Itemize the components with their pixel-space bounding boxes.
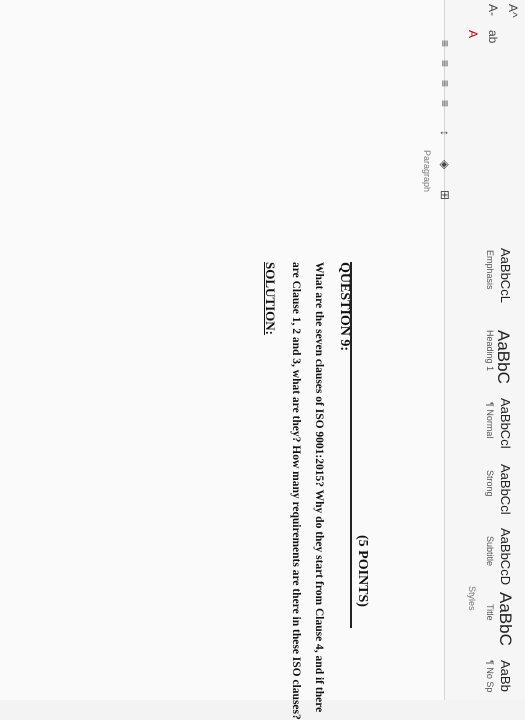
style-no-spacing[interactable]: AaBb bbox=[498, 660, 513, 692]
paragraph-group-label: Paragraph bbox=[422, 150, 432, 193]
style-title-label: Title bbox=[485, 604, 495, 621]
style-normal[interactable]: AaBbCcl bbox=[498, 398, 513, 449]
question-body-line-1: What are the seven clauses of ISO 9001:2… bbox=[313, 262, 325, 713]
align-center-icon[interactable]: ≡ bbox=[438, 60, 452, 67]
style-emphasis-label: Emphasis bbox=[485, 250, 495, 290]
style-subtitle-label: Subtitle bbox=[485, 536, 495, 567]
style-strong[interactable]: AaBbCcl bbox=[498, 464, 513, 515]
styles-group-label: Styles bbox=[467, 586, 477, 611]
align-left-icon[interactable]: ≡ bbox=[438, 40, 452, 47]
style-strong-label: Strong bbox=[485, 470, 495, 497]
question-points: (5 POINTS) bbox=[355, 535, 370, 607]
ribbon: AaBbCcL Emphasis AaBbC Heading 1 AaBbCcl… bbox=[444, 0, 525, 700]
shading-icon[interactable]: ◈ bbox=[438, 160, 452, 169]
align-right-icon[interactable]: ≡ bbox=[438, 80, 452, 87]
font-color-icon[interactable]: A bbox=[466, 30, 480, 38]
grow-font-icon[interactable]: A^ bbox=[506, 4, 520, 18]
style-subtitle[interactable]: AaBbCcD bbox=[498, 528, 513, 585]
style-no-spacing-label: ¶ No Sp bbox=[485, 660, 495, 693]
highlight-icon[interactable]: ab bbox=[486, 30, 500, 43]
justify-icon[interactable]: ≡ bbox=[438, 100, 452, 107]
style-heading1-label: Heading 1 bbox=[485, 330, 495, 372]
line-spacing-icon[interactable]: ↕ bbox=[438, 130, 452, 136]
question-rule bbox=[350, 262, 352, 628]
document-page[interactable]: QUESTION 9: (5 POINTS) What are the seve… bbox=[0, 0, 445, 720]
borders-icon[interactable]: ⊞ bbox=[438, 190, 452, 200]
style-heading1[interactable]: AaBbC bbox=[493, 330, 513, 384]
solution-label: SOLUTION: bbox=[263, 262, 278, 335]
question-body-line-2: are Clause 1, 2 and 3, what are they? Ho… bbox=[290, 262, 302, 720]
style-emphasis[interactable]: AaBbCcL bbox=[498, 248, 513, 303]
style-normal-label: ¶ Normal bbox=[485, 402, 495, 439]
shrink-font-icon[interactable]: A- bbox=[486, 4, 500, 16]
style-title[interactable]: AaBbC bbox=[495, 592, 515, 646]
